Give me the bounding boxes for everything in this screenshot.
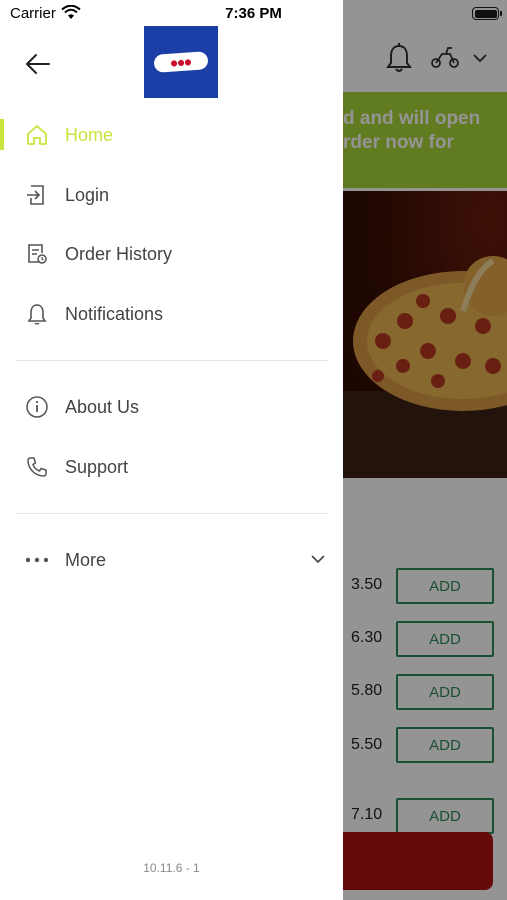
chevron-down-icon[interactable]: [310, 553, 326, 565]
menu-item-label: Home: [65, 124, 114, 145]
info-icon: [24, 394, 50, 420]
phone-icon: [24, 454, 50, 480]
battery-icon: [472, 7, 502, 20]
home-icon: [24, 122, 50, 148]
menu-item-order-history[interactable]: Order History: [0, 230, 343, 278]
menu-item-support[interactable]: Support: [0, 443, 343, 491]
menu-item-login[interactable]: Login: [0, 171, 343, 219]
login-icon: [24, 182, 50, 208]
menu-item-label: Order History: [65, 243, 173, 264]
app-version: 10.11.6 - 1: [143, 861, 200, 875]
menu-item-label: About Us: [65, 396, 140, 417]
order-history-icon: [24, 241, 50, 267]
logo-badge: ●●●: [153, 51, 209, 73]
back-arrow-icon[interactable]: [24, 50, 52, 78]
menu-item-more[interactable]: More: [0, 536, 343, 584]
bell-icon: [24, 301, 50, 327]
menu-item-notifications[interactable]: Notifications: [0, 290, 343, 338]
menu-divider: [16, 360, 328, 361]
menu-item-label: Notifications: [65, 303, 164, 324]
menu-item-home[interactable]: Home: [0, 111, 343, 159]
menu-item-about-us[interactable]: About Us: [0, 383, 343, 431]
menu-item-label: Support: [65, 456, 129, 477]
side-drawer: ●●● Home Login Order History Notificatio…: [0, 0, 343, 900]
menu-item-label: More: [65, 549, 107, 570]
menu-item-label: Login: [65, 184, 110, 205]
restaurant-logo: ●●●: [144, 26, 218, 98]
menu-divider: [16, 513, 328, 514]
status-bar: Carrier 7:36 PM: [0, 0, 507, 28]
clock: 7:36 PM: [225, 5, 282, 22]
more-dots-icon: [24, 547, 50, 573]
